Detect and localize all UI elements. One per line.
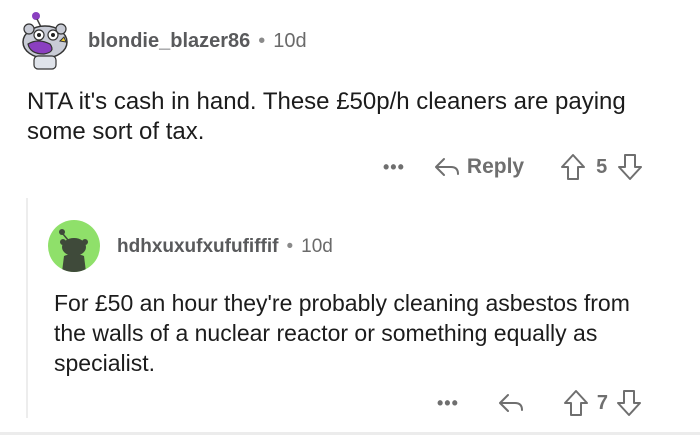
reply-button[interactable]: [497, 392, 525, 414]
more-options-button[interactable]: •••: [437, 393, 459, 414]
comment-actions: ••• Reply 5: [383, 153, 643, 181]
downvote-icon[interactable]: [617, 153, 643, 181]
avatar[interactable]: [48, 220, 100, 272]
reply-label: Reply: [466, 155, 525, 178]
vote-score: 7: [596, 391, 609, 414]
thread-line[interactable]: [26, 198, 28, 418]
downvote-icon[interactable]: [616, 389, 642, 417]
upvote-icon[interactable]: [563, 389, 589, 417]
snoo-avatar-icon: [59, 229, 88, 272]
reply-arrow-icon: [434, 158, 459, 176]
avatar[interactable]: [18, 8, 72, 70]
comment-age: 10d: [273, 30, 307, 52]
upvote-icon[interactable]: [560, 153, 586, 181]
username[interactable]: blondie_blazer86: [88, 30, 250, 53]
snoo-avatar-icon: [22, 12, 68, 70]
more-options-button[interactable]: •••: [383, 157, 405, 178]
comment-actions: ••• 7: [437, 389, 642, 417]
comment-meta: blondie_blazer86 • 10d: [88, 30, 307, 53]
comment-body: For £50 an hour they're probably cleanin…: [54, 290, 630, 376]
separator-dot: •: [286, 236, 294, 257]
comment-body: NTA it's cash in hand. These £50p/h clea…: [27, 88, 626, 145]
separator-dot: •: [258, 30, 266, 52]
reply-arrow-icon: [498, 394, 523, 412]
vote-score: 5: [596, 155, 608, 178]
username[interactable]: hdhxuxufxufufiffif: [117, 236, 278, 258]
vote-controls: 7: [563, 389, 642, 417]
comment-age: 10d: [301, 236, 333, 257]
vote-controls: 5: [560, 153, 643, 181]
comment-meta: hdhxuxufxufufiffif • 10d: [117, 236, 333, 258]
reply-button[interactable]: Reply: [433, 155, 524, 179]
